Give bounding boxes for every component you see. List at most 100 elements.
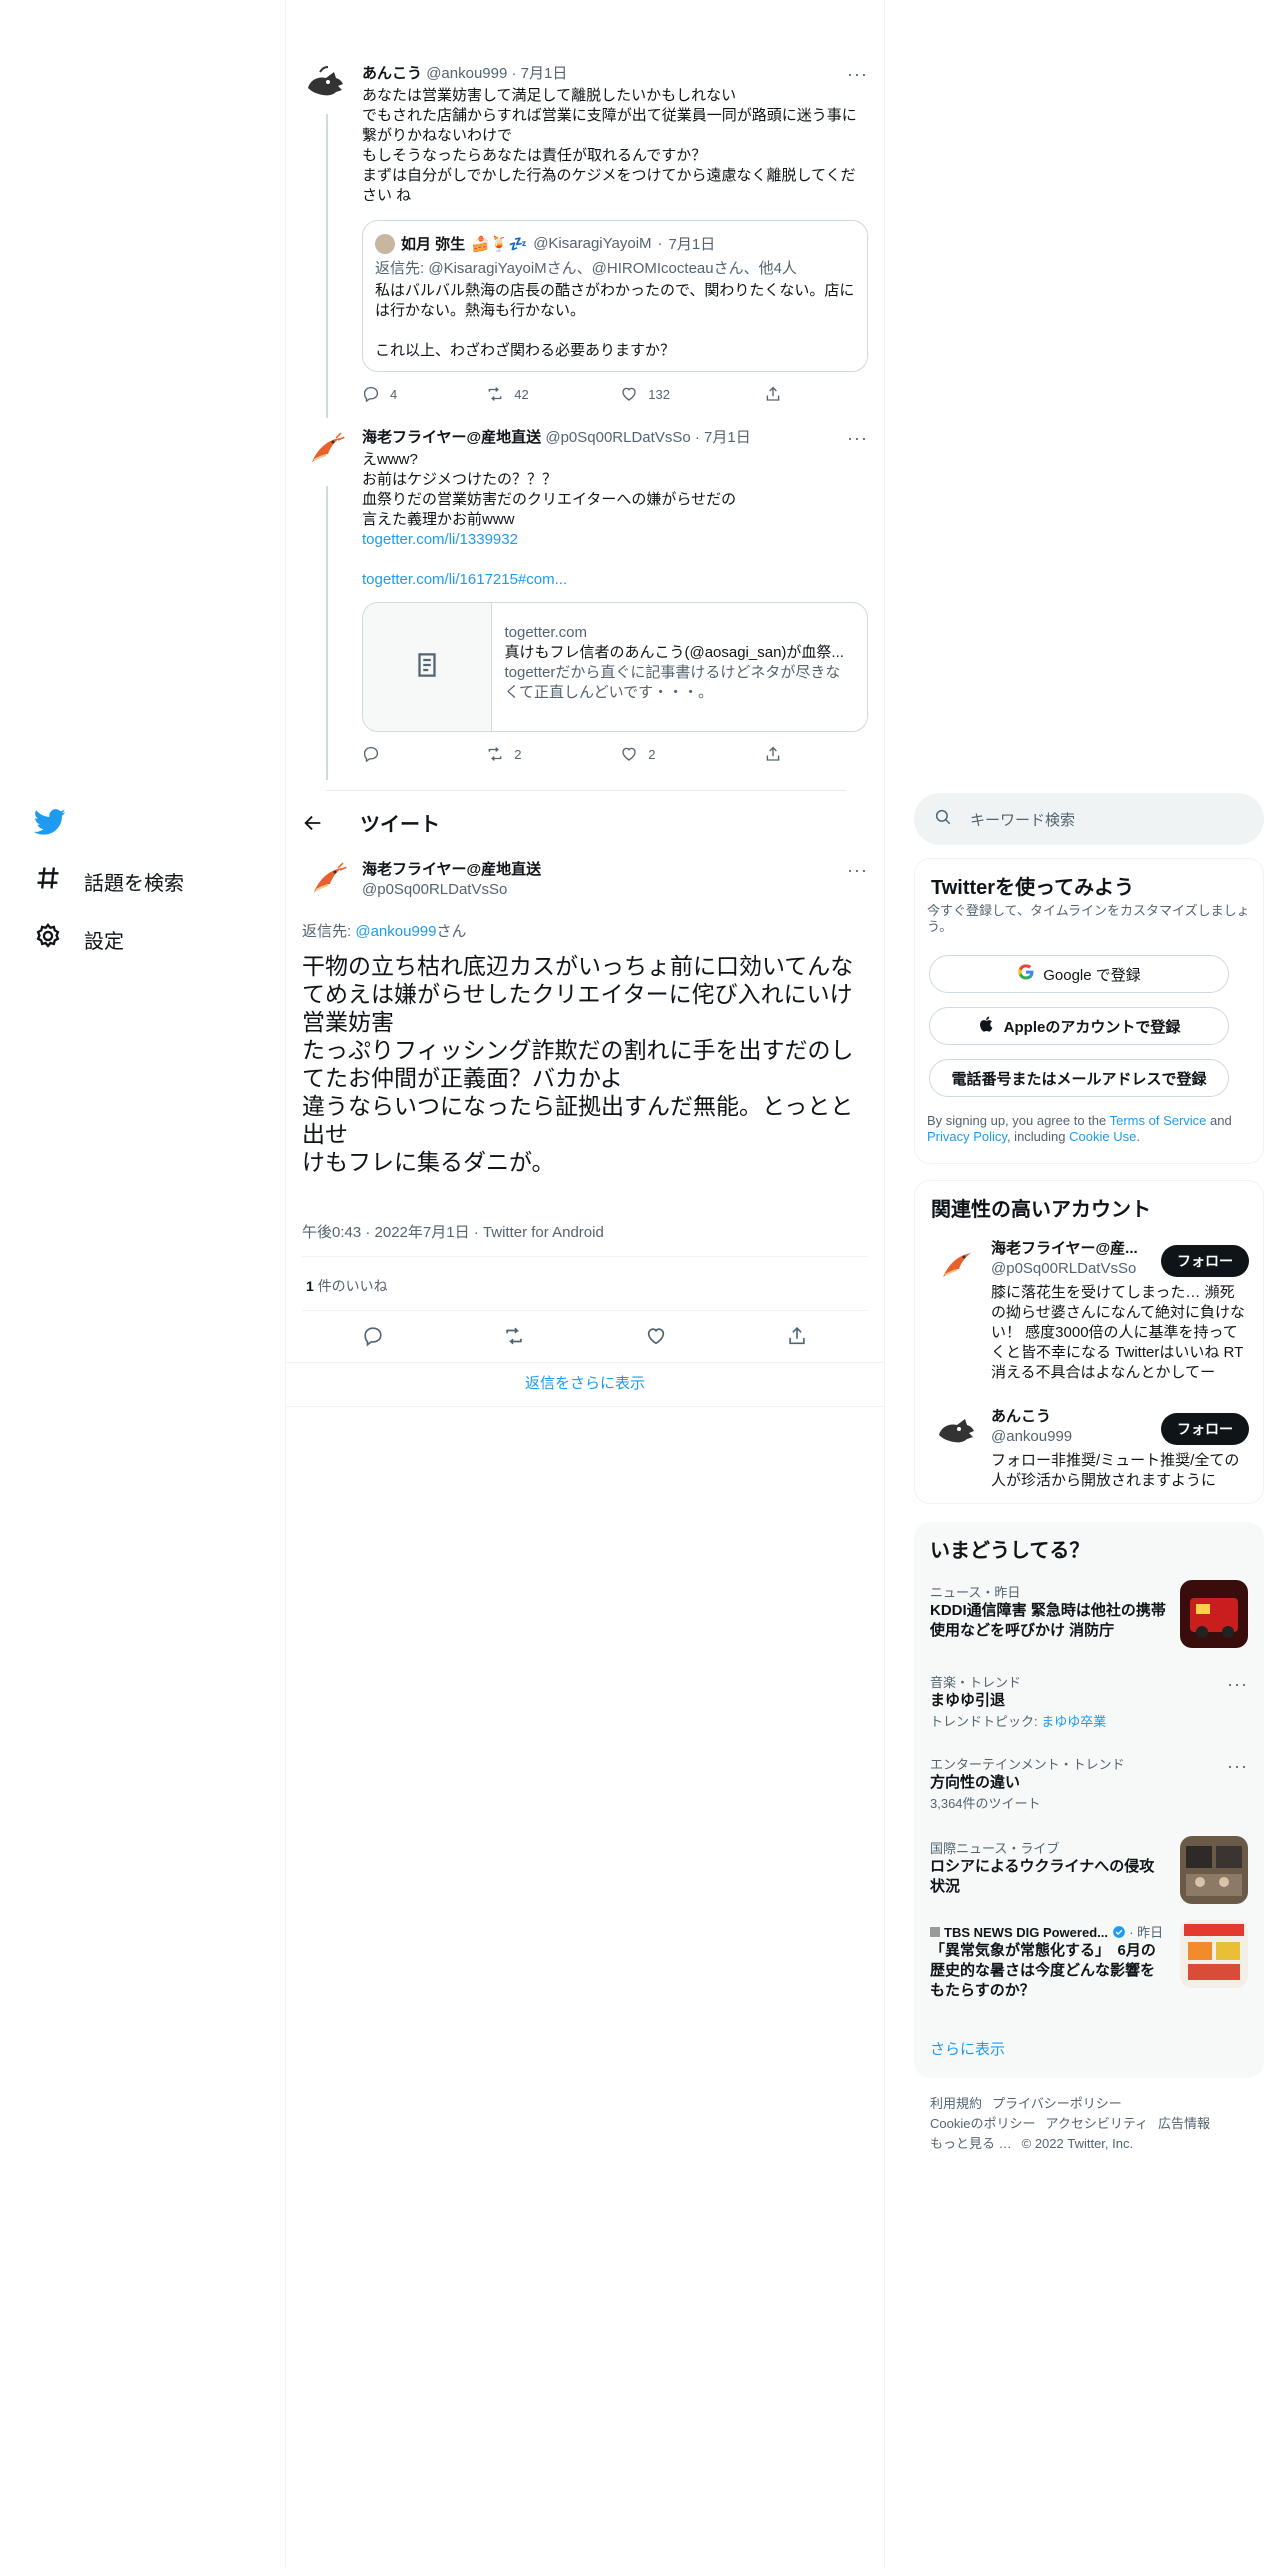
quoted-tweet-date: 7月1日 — [668, 236, 716, 253]
left-navigation: 話題を検索 設定 — [0, 0, 285, 2568]
trend-title: 方向性の違い — [930, 1774, 1021, 1791]
like-button[interactable]: 132 — [620, 385, 764, 403]
show-more-replies-link[interactable]: 返信をさらに表示 — [286, 1372, 884, 1393]
heart-icon[interactable] — [645, 1325, 667, 1350]
account-handle[interactable]: @p0Sq00RLDatVsSo — [991, 1259, 1151, 1279]
reply-to-users[interactable]: @KisaragiYayoiMさん、@HIROMIcocteauさん、他4人 — [428, 260, 797, 277]
divider — [286, 1406, 884, 1407]
trend-image — [1180, 1920, 1248, 1988]
quoted-tweet[interactable]: 如月 弥生 🍰🍹💤 @KisaragiYayoiM · 7月1日 返信先: @K… — [362, 220, 868, 372]
main-tweet-author[interactable]: 海老フライヤー@産地直送 @p0Sq00RLDatVsSo — [362, 860, 541, 900]
trend-item[interactable]: エンターテインメント・トレンド 方向性の違い 3,364件のツイート ··· — [930, 1754, 1248, 1816]
tweet-meta[interactable]: 午後0:43 · 2022年7月1日 · Twitter for Android — [302, 1221, 604, 1242]
like-button[interactable]: 2 — [620, 745, 764, 763]
search-icon — [934, 808, 952, 830]
tweet-date[interactable]: 7月1日 — [704, 429, 751, 446]
cookie-link[interactable]: Cookie Use — [1069, 1129, 1136, 1144]
avatar[interactable] — [300, 62, 348, 110]
trend-item[interactable]: 音楽・トレンド まゆゆ引退 トレンドトピック: まゆゆ卒業 ··· — [930, 1672, 1248, 1734]
footer-link-terms[interactable]: 利用規約 — [930, 2096, 982, 2111]
trend-title: ロシアによるウクライナへの侵攻状況 — [930, 1858, 1155, 1895]
trend-title: まゆゆ引退 — [930, 1692, 1006, 1709]
share-button[interactable] — [764, 385, 782, 403]
account-name[interactable]: あんこう — [991, 1407, 1072, 1427]
column-divider — [884, 0, 885, 2568]
phone-email-signup-button[interactable]: 電話番号またはメールアドレスで登録 — [929, 1059, 1229, 1097]
page-title: ツイート — [360, 814, 440, 836]
reply-button[interactable]: 4 — [362, 385, 486, 403]
quoted-tweet-header: 如月 弥生 🍰🍹💤 @KisaragiYayoiM · 7月1日 — [375, 233, 715, 254]
footer-link-cookie[interactable]: Cookieのポリシー — [930, 2116, 1035, 2131]
tweet-link[interactable]: togetter.com/li/1617215#com... — [362, 570, 868, 590]
tweet-text: えwww? お前はケジメつけたの？？？ 血祭りだの営業妨害だのクリエイターへの嫌… — [362, 451, 737, 528]
account-item[interactable]: あんこう @ankou999 フォロー フォロー非推奨/ミュート推奨/全ての人が… — [915, 1403, 1265, 1499]
trend-item[interactable]: TBS NEWS DIG Powered... · 昨日 「異常気象が常態化する… — [930, 1920, 1248, 2012]
retweet-icon[interactable] — [503, 1325, 525, 1350]
follow-button[interactable]: フォロー — [1161, 1245, 1249, 1277]
share-icon[interactable] — [786, 1325, 808, 1350]
account-item[interactable]: 海老フライヤー@産... @p0Sq00RLDatVsSo フォロー 膝に落花生… — [915, 1235, 1265, 1381]
trend-topic-link[interactable]: まゆゆ卒業 — [1041, 1714, 1106, 1729]
footer-link-accessibility[interactable]: アクセシビリティ — [1045, 2116, 1148, 2131]
show-more-trends-link[interactable]: さらに表示 — [930, 2038, 1005, 2059]
author-name[interactable]: 海老フライヤー@産地直送 — [362, 860, 541, 880]
likes-summary[interactable]: 1 件のいいね — [306, 1276, 388, 1296]
search-input[interactable]: キーワード検索 — [914, 793, 1264, 845]
quoted-author-handle: @KisaragiYayoiM — [533, 235, 652, 252]
twitter-logo-icon[interactable] — [33, 806, 66, 838]
follow-button[interactable]: フォロー — [1161, 1413, 1249, 1445]
author-name[interactable]: あんこう — [362, 65, 422, 82]
trend-item[interactable]: 国際ニュース・ライブ ロシアによるウクライナへの侵攻状況 — [930, 1836, 1248, 1908]
apple-signup-button[interactable]: Appleのアカウントで登録 — [929, 1007, 1229, 1045]
signup-legal: By signing up, you agree to the Terms of… — [927, 1113, 1253, 1145]
share-button[interactable] — [764, 745, 782, 763]
trend-sub: トレンドトピック: まゆゆ卒業 — [930, 1711, 1248, 1730]
nav-item-explore-label: 話題を検索 — [84, 872, 184, 895]
author-handle[interactable]: @ankou999 — [426, 65, 507, 82]
signup-title: Twitterを使ってみよう — [931, 877, 1135, 899]
share-icon — [766, 386, 780, 401]
footer-link-more[interactable]: もっと見る … — [930, 2136, 1012, 2151]
avatar[interactable] — [931, 1409, 979, 1457]
more-icon[interactable]: ··· — [847, 64, 868, 85]
retweet-button[interactable]: 42 — [486, 385, 620, 403]
tweet-actions: 4 42 132 — [362, 385, 782, 403]
nav-item-settings[interactable]: 設定 — [34, 922, 124, 956]
back-arrow-icon[interactable] — [302, 812, 324, 834]
news-source-icon — [930, 1927, 940, 1937]
reply-to-user[interactable]: @ankou999 — [355, 923, 436, 940]
author-handle[interactable]: @p0Sq00RLDatVsSo — [545, 429, 690, 446]
terms-link[interactable]: Terms of Service — [1110, 1113, 1207, 1128]
link-card[interactable]: togetter.com 真けもフレ信者のあんこう(@aosagi_san)が血… — [362, 602, 868, 732]
card-description: togetterだから直ぐに記事書けるけどネタが尽きなくて正直しんどいです・・・… — [504, 664, 841, 701]
avatar[interactable] — [300, 426, 348, 474]
footer-link-ads[interactable]: 広告情報 — [1158, 2116, 1210, 2131]
retweet-button[interactable]: 2 — [486, 745, 620, 763]
nav-item-explore[interactable]: 話題を検索 — [34, 864, 184, 898]
tweet-actions: 2 2 — [362, 745, 782, 763]
footer-copyright: © 2022 Twitter, Inc. — [1021, 2136, 1134, 2151]
author-name[interactable]: 海老フライヤー@産地直送 — [362, 429, 541, 446]
apple-icon — [978, 1015, 996, 1037]
avatar[interactable] — [302, 856, 350, 904]
more-icon[interactable]: ··· — [1227, 1674, 1248, 1695]
reply-icon[interactable] — [362, 1325, 384, 1350]
tweet-link[interactable]: togetter.com/li/1339932 — [362, 530, 868, 550]
privacy-link[interactable]: Privacy Policy — [927, 1129, 1007, 1144]
more-icon[interactable]: ··· — [847, 860, 868, 881]
reply-count: 4 — [390, 386, 398, 402]
nav-item-settings-label: 設定 — [84, 930, 124, 953]
more-icon[interactable]: ··· — [1227, 1756, 1248, 1777]
avatar[interactable] — [931, 1241, 979, 1289]
related-accounts-panel: 関連性の高いアカウント 海老フライヤー@産... @p0Sq00RLDatVsS… — [914, 1180, 1264, 1504]
account-name[interactable]: 海老フライヤー@産... — [991, 1239, 1151, 1259]
tweet-date[interactable]: 7月1日 — [521, 65, 568, 82]
google-signup-button[interactable]: Google で登録 — [929, 955, 1229, 993]
reply-icon — [363, 386, 379, 403]
more-icon[interactable]: ··· — [847, 428, 868, 449]
trend-item[interactable]: ニュース・昨日 KDDI通信障害 緊急時は他社の携帯使用などを呼びかけ 消防庁 — [930, 1580, 1248, 1652]
footer-link-privacy[interactable]: プライバシーポリシー — [992, 2096, 1122, 2111]
author-handle[interactable]: @p0Sq00RLDatVsSo — [362, 880, 541, 900]
account-handle[interactable]: @ankou999 — [991, 1427, 1072, 1447]
reply-button[interactable] — [362, 745, 486, 763]
